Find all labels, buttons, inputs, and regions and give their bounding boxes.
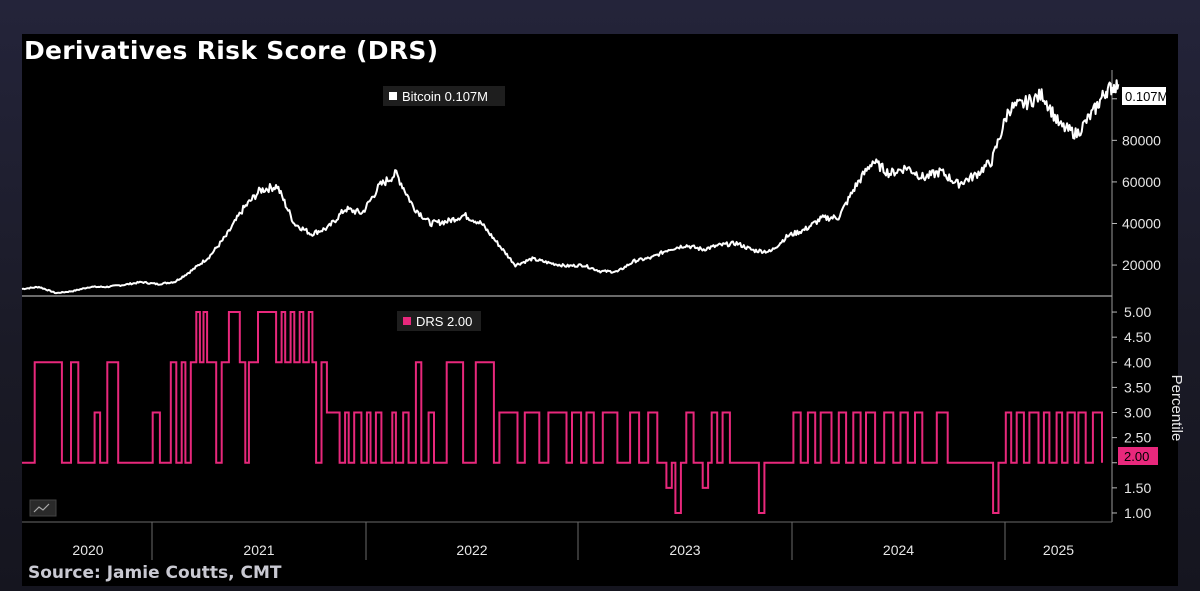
source-note: Source: Jamie Coutts, CMT <box>28 563 282 583</box>
chart-type-icon[interactable] <box>29 499 57 517</box>
price-tick-label-1: 40000 <box>1122 215 1161 231</box>
drs-last-value-badge: 2.00 <box>1118 447 1158 465</box>
drs-tick-label-1: 1.50 <box>1124 480 1151 496</box>
year-label-2020: 2020 <box>72 542 103 558</box>
bitcoin-last-value-text: 0.107M <box>1125 89 1168 104</box>
year-label-2024: 2024 <box>883 542 914 558</box>
year-label-2023: 2023 <box>669 542 700 558</box>
year-label-2021: 2021 <box>243 542 274 558</box>
year-label-2025: 2025 <box>1043 542 1074 558</box>
bitcoin-legend: Bitcoin 0.107M <box>383 86 505 106</box>
year-axis: 2020 2021 2022 2023 2024 2025 <box>72 522 1074 560</box>
drs-tick-label-5: 3.50 <box>1124 379 1151 395</box>
price-tick-label-3: 80000 <box>1122 132 1161 148</box>
drs-tick-label-7: 4.50 <box>1124 329 1151 345</box>
price-tick-label-2: 60000 <box>1122 174 1161 190</box>
drs-tick-label-6: 4.00 <box>1124 354 1151 370</box>
drs-legend-text: DRS 2.00 <box>416 314 472 329</box>
drs-tick-label-0: 1.00 <box>1124 505 1151 521</box>
drs-tick-label-8: 5.00 <box>1124 304 1151 320</box>
year-label-2022: 2022 <box>456 542 487 558</box>
drs-legend-swatch <box>403 317 411 325</box>
drs-legend: DRS 2.00 <box>397 311 481 331</box>
bitcoin-legend-swatch <box>389 92 397 100</box>
bitcoin-last-value-badge: 0.107M <box>1122 87 1168 105</box>
drs-axis-title: Percentile <box>1168 375 1185 442</box>
bitcoin-legend-text: Bitcoin 0.107M <box>402 89 488 104</box>
drs-y-ticks: 1.00 1.50 2.50 3.00 3.50 4.00 4.50 5.00 <box>1112 304 1151 521</box>
drs-last-value-text: 2.00 <box>1124 449 1149 464</box>
drs-tick-label-4: 3.00 <box>1124 405 1151 421</box>
chart-svg: 200004000060000800000.1M 1.001.502.503.0… <box>21 70 1185 560</box>
drs-tick-label-3: 2.50 <box>1124 430 1151 446</box>
price-tick-label-0: 20000 <box>1122 257 1161 273</box>
bitcoin-price-line <box>21 79 1120 295</box>
price-y-ticks: 200004000060000800000.1M <box>1112 91 1161 273</box>
drs-line <box>22 311 1103 514</box>
